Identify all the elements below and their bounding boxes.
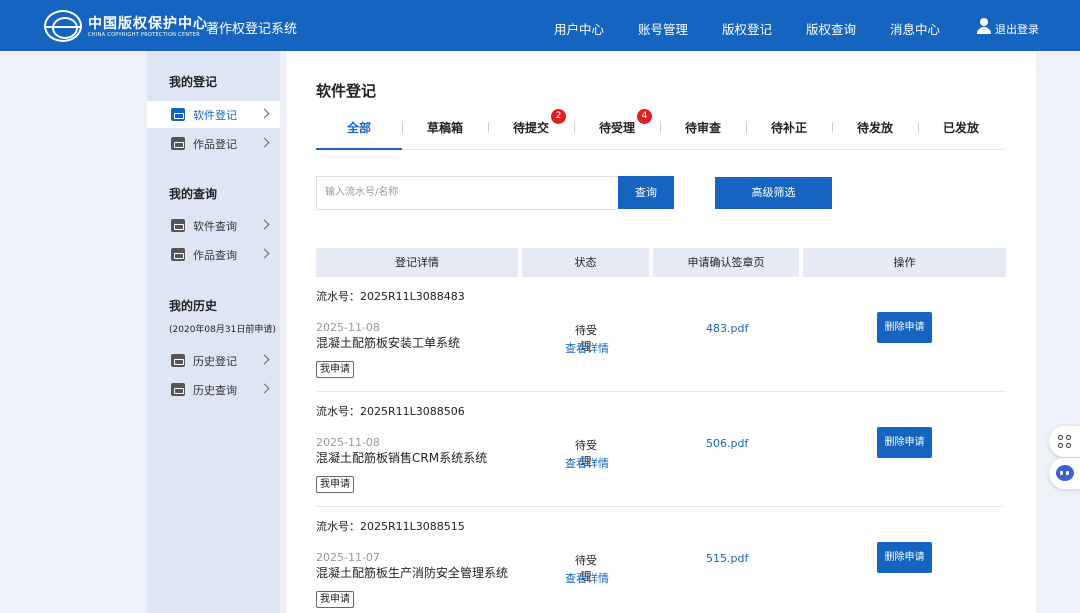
tab-label: 待发放 [856,121,893,135]
advanced-filter-button[interactable]: 高级筛选 [715,177,832,209]
signature-pdf-link[interactable]: 483.pdf [706,322,748,335]
logo-title[interactable]: 中国版权保护中心 [88,13,208,33]
code-file-icon [171,354,185,367]
status-tabs: 全部 草稿箱 待提交 2 待受理 4 待审查 待补正 待发放 已发放 [316,109,1006,150]
code-file-icon [171,108,185,121]
search-input[interactable]: 输入流水号/名称 [316,176,618,210]
nav-copyright-registration[interactable]: 版权登记 [722,19,772,38]
tab-all[interactable]: 全部 [316,109,402,150]
nav-copyright-query[interactable]: 版权查询 [806,19,856,38]
sidebar-item-history-registration[interactable]: 历史登记 [147,347,280,374]
column-header-details: 登记详情 [316,248,518,277]
table-row: 流水号：2025R11L3088515 2025-11-07 混凝土配筋板生产消… [316,507,1006,613]
software-name: 混凝土配筋板生产消防安全管理系统 [316,566,509,580]
chevron-right-icon [259,108,270,119]
tab-label: 全部 [346,121,371,135]
robot-assistant-icon [1056,465,1074,481]
search-button[interactable]: 查询 [618,176,674,209]
tab-pending-correction[interactable]: 待补正 [746,109,832,150]
view-details-link[interactable]: 查看详情 [565,455,609,471]
tab-drafts[interactable]: 草稿箱 [402,109,488,150]
tab-label: 待受理 [598,121,635,135]
top-navbar: 中国版权保护中心 CHINA COPYRIGHT PROTECTION CENT… [0,0,1080,51]
main-panel: 软件登记 全部 草稿箱 待提交 2 待受理 4 待审查 待补正 待发放 已发放 输入… [287,51,1036,613]
copyright-center-logo-icon[interactable] [44,10,82,42]
software-name: 混凝土配筋板安装工单系统 [316,336,461,350]
tab-pending-issue[interactable]: 待发放 [832,109,918,150]
delete-application-button[interactable]: 删除申请 [877,427,932,458]
column-header-actions: 操作 [803,248,1006,277]
page-title: 软件登记 [316,82,377,100]
tab-issued[interactable]: 已发放 [918,109,1004,150]
record-date: 2025-11-08 [316,436,380,449]
code-file-icon [171,219,185,232]
count-badge: 2 [551,109,566,124]
table-row: 流水号：2025R11L3088506 2025-11-08 混凝土配筋板销售C… [316,392,1006,507]
nav-user-center[interactable]: 用户中心 [554,19,604,38]
record-date: 2025-11-07 [316,551,380,564]
sidebar-item-label: 作品登记 [193,138,237,151]
sidebar-item-history-query[interactable]: 历史查询 [147,376,280,403]
work-file-icon [171,248,185,261]
chevron-right-icon [259,219,270,230]
column-header-status: 状态 [522,248,649,277]
sidebar-heading-query: 我的查询 [169,187,218,201]
view-details-link[interactable]: 查看详情 [565,340,609,356]
work-file-icon [171,137,185,150]
sidebar-item-label: 历史登记 [193,355,237,368]
system-title: 著作权登记系统 [206,22,298,37]
count-badge: 4 [637,109,652,124]
delete-application-button[interactable]: 删除申请 [877,312,932,343]
column-header-signature-page: 申请确认签章页 [653,248,799,277]
sidebar-item-work-registration[interactable]: 作品登记 [147,130,280,157]
software-name: 混凝土配筋板销售CRM系统系统 [316,451,488,465]
chevron-right-icon [259,137,270,148]
view-details-link[interactable]: 查看详情 [565,570,609,586]
tab-pending-submit[interactable]: 待提交 2 [488,109,574,150]
tab-pending-acceptance[interactable]: 待受理 4 [574,109,660,150]
delete-application-button[interactable]: 删除申请 [877,542,932,573]
sidebar: 我的登记 软件登记 作品登记 我的查询 软件查询 作品查询 我的历史 (2020… [147,51,280,613]
logo-subtitle: CHINA COPYRIGHT PROTECTION CENTER [88,32,200,38]
sidebar-item-label: 软件查询 [193,220,237,233]
signature-pdf-link[interactable]: 515.pdf [706,552,748,565]
chevron-right-icon [259,354,270,365]
record-date: 2025-11-08 [316,321,380,334]
signature-pdf-link[interactable]: 506.pdf [706,437,748,450]
tab-label: 已发放 [942,121,979,135]
applicant-tag: 我申请 [316,361,354,378]
sidebar-history-note: (2020年08月31日前申请) [169,325,276,335]
sidebar-heading-history: 我的历史 [169,299,218,313]
serial-number: 流水号：2025R11L3088515 [316,520,465,533]
code-file-icon [171,383,185,396]
nav-account-management[interactable]: 账号管理 [638,19,688,38]
tab-label: 待审查 [684,121,721,135]
logout-link[interactable]: 退出登录 [995,21,1039,37]
sidebar-item-software-registration[interactable]: 软件登记 [147,101,280,128]
serial-number: 流水号：2025R11L3088483 [316,290,465,303]
floating-apps-button[interactable] [1049,426,1080,457]
user-icon[interactable] [977,18,991,34]
table-row: 流水号：2025R11L3088483 2025-11-08 混凝土配筋板安装工… [316,277,1006,392]
chevron-right-icon [259,248,270,259]
tab-label: 草稿箱 [426,121,463,135]
tab-label: 待提交 [512,121,549,135]
sidebar-item-software-query[interactable]: 软件查询 [147,212,280,239]
tab-label: 待补正 [770,121,807,135]
serial-number: 流水号：2025R11L3088506 [316,405,465,418]
applicant-tag: 我申请 [316,476,354,493]
chevron-right-icon [259,383,270,394]
sidebar-heading-registration: 我的登记 [169,75,218,89]
sidebar-item-label: 作品查询 [193,249,237,262]
sidebar-item-label: 软件登记 [193,109,237,122]
nav-message-center[interactable]: 消息中心 [890,19,940,38]
tab-pending-review[interactable]: 待审查 [660,109,746,150]
applicant-tag: 我申请 [316,591,354,608]
sidebar-item-label: 历史查询 [193,384,237,397]
floating-assistant-button[interactable] [1049,458,1080,489]
sidebar-item-work-query[interactable]: 作品查询 [147,241,280,268]
apps-icon [1058,435,1072,449]
